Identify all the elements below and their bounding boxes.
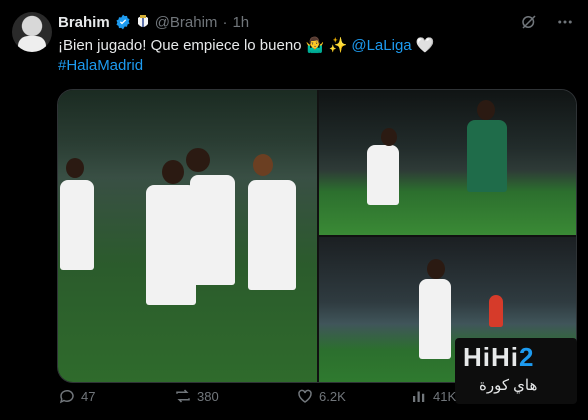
watermark-main: HiHi bbox=[463, 342, 519, 372]
watermark-logo: HiHi2 هاي كورة bbox=[455, 338, 577, 404]
watermark-number: 2 bbox=[519, 342, 535, 372]
like-button[interactable]: 6.2K bbox=[296, 387, 346, 405]
mention-link[interactable]: @LaLiga bbox=[351, 37, 411, 54]
top-actions bbox=[520, 13, 574, 31]
heart-emoji: 🤍 bbox=[415, 37, 435, 54]
grok-icon[interactable] bbox=[520, 13, 538, 31]
photo-celebration[interactable] bbox=[58, 90, 317, 382]
photo-dribble[interactable] bbox=[319, 90, 576, 235]
verified-badge-icon bbox=[116, 14, 130, 30]
avatar[interactable] bbox=[12, 12, 52, 52]
display-name[interactable]: Brahim bbox=[58, 14, 110, 31]
separator: · bbox=[222, 13, 228, 31]
reply-button[interactable]: 47 bbox=[58, 387, 95, 405]
views-button[interactable]: 41K bbox=[410, 387, 456, 405]
reply-count: 47 bbox=[81, 388, 96, 404]
views-icon bbox=[413, 391, 425, 402]
post-body: ¡Bien jugado! Que empiece lo bueno 🤷‍♂️ … bbox=[58, 37, 352, 54]
reply-icon bbox=[59, 389, 74, 404]
more-icon[interactable] bbox=[556, 13, 574, 31]
post-text: ¡Bien jugado! Que empiece lo bueno 🤷‍♂️ … bbox=[58, 36, 578, 76]
handle[interactable]: @Brahim bbox=[155, 14, 218, 31]
repost-button[interactable]: 380 bbox=[174, 387, 219, 405]
repost-count: 380 bbox=[197, 388, 219, 404]
timestamp[interactable]: 1h bbox=[232, 14, 249, 31]
hashtag-link[interactable]: #HalaMadrid bbox=[58, 57, 143, 74]
like-icon bbox=[298, 389, 312, 403]
club-crest-icon bbox=[137, 15, 148, 27]
like-count: 6.2K bbox=[319, 388, 346, 404]
watermark-sub: هاي كورة bbox=[479, 377, 538, 394]
post-header: Brahim @Brahim · 1h bbox=[58, 12, 249, 32]
repost-icon bbox=[176, 389, 190, 403]
views-count: 41K bbox=[433, 388, 457, 404]
